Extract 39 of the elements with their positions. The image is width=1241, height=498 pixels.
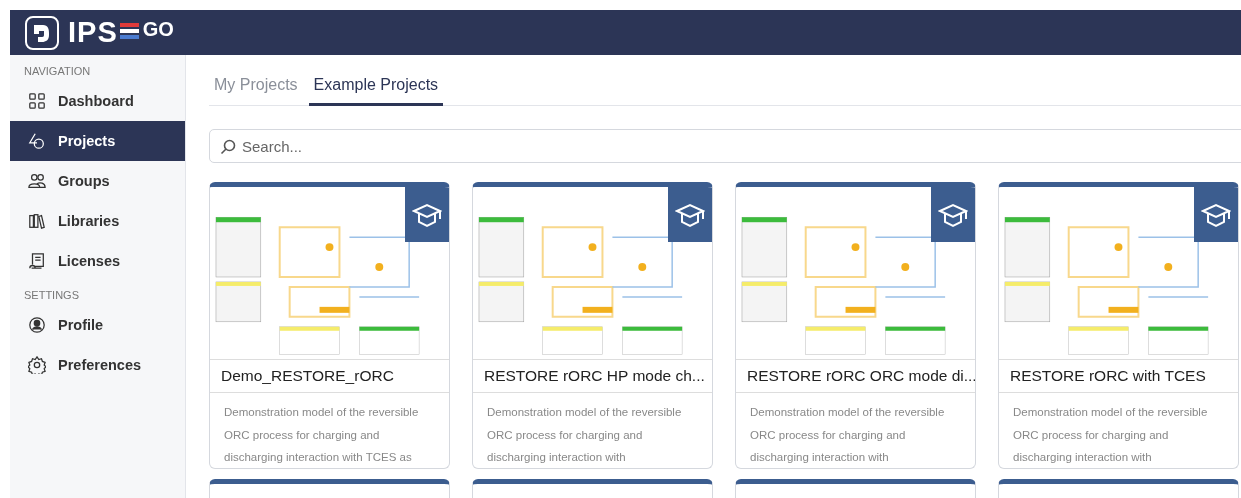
tab[interactable]: Example Projects xyxy=(308,76,444,106)
sidebar-item[interactable]: Preferences xyxy=(10,345,185,385)
project-title: RESTORE rORC ORC mode di... xyxy=(736,360,975,393)
project-description: Demonstration model of the reversible ORC process for charging and discharging interaction with xyxy=(749,405,946,465)
sidebar-item[interactable]: Dashboard xyxy=(10,81,185,121)
section-heading: SETTINGS xyxy=(23,289,80,301)
project-title: Demo_RESTORE_rORC xyxy=(210,360,449,393)
logo-text: GO xyxy=(142,17,174,41)
graduation-cap-icon xyxy=(938,201,968,228)
shapes-icon xyxy=(28,132,46,150)
users-icon xyxy=(28,172,46,190)
project-title: RESTORE rORC HP mode ch... xyxy=(473,360,712,393)
gear-icon xyxy=(28,356,46,374)
scroll-icon xyxy=(28,252,46,270)
section-heading: NAVIGATION xyxy=(23,65,92,77)
graduation-cap-icon xyxy=(1201,201,1231,228)
grid-icon xyxy=(28,92,46,110)
project-description: Demonstration model of the reversible ORC process for charging and discharging interaction with xyxy=(1012,405,1209,465)
graduation-cap-icon xyxy=(675,201,705,228)
search-field[interactable]: Search... xyxy=(209,129,1241,163)
project-description: Demonstration model of the reversible ORC process for charging and discharging interaction with TCES as xyxy=(223,405,420,465)
project-card[interactable]: Demo_RESTORE_rORC Demonstration model of the reversible ORC process for charging and discharging interaction with TCES as xyxy=(209,182,450,469)
graduation-cap-icon xyxy=(412,201,442,228)
user-circle-icon xyxy=(28,316,46,334)
project-description: Demonstration model of the reversible ORC process for charging and discharging interaction with xyxy=(486,405,683,465)
project-card[interactable]: RESTORE rORC ORC mode di... Demonstration model of the reversible ORC process for charging and discharging interaction with xyxy=(735,182,976,469)
logo-stripes-icon xyxy=(119,22,139,39)
sidebar-item[interactable]: Profile xyxy=(10,305,185,345)
logo-icon xyxy=(24,14,60,51)
project-card[interactable]: RESTORE rORC HP mode ch... Demonstration model of the reversible ORC process for charging and discharging interaction with xyxy=(472,182,713,469)
sidebar-item[interactable]: Licenses xyxy=(10,241,185,281)
books-icon xyxy=(28,212,46,230)
project-title: RESTORE rORC with TCES xyxy=(999,360,1238,393)
sidebar-item[interactable]: Projects xyxy=(10,121,185,161)
sidebar-item[interactable]: Libraries xyxy=(10,201,185,241)
sidebar-item[interactable]: Groups xyxy=(10,161,185,201)
logo-text: IPS xyxy=(68,16,118,49)
search-icon xyxy=(220,139,236,155)
project-card[interactable]: RESTORE rORC with TCES Demonstration model of the reversible ORC process for charging and discharging interaction with xyxy=(998,182,1239,469)
